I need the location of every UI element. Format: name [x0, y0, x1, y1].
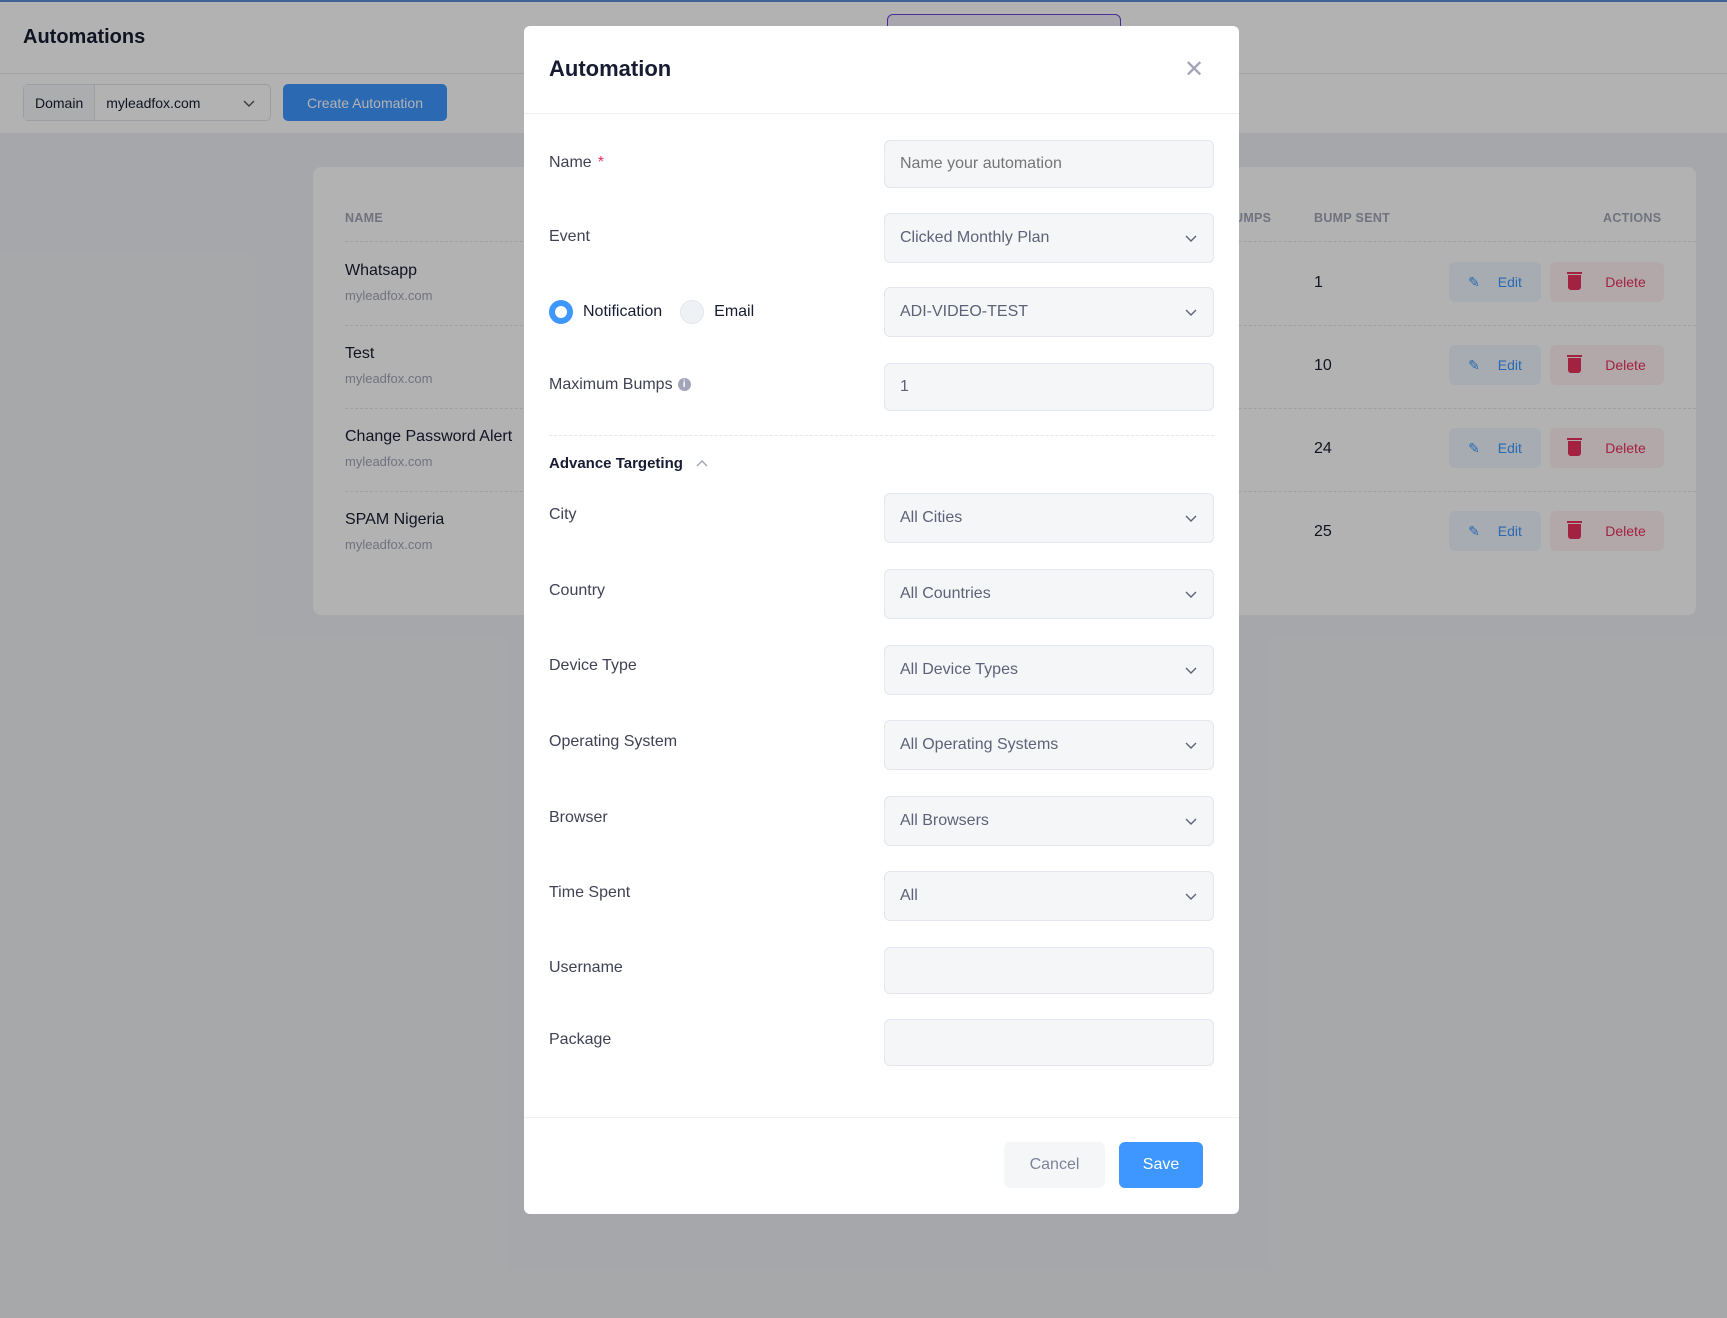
- divider: [524, 113, 1239, 114]
- city-select[interactable]: All Cities: [884, 493, 1214, 543]
- chevron-down-icon: [1185, 818, 1197, 825]
- channel-radio-group: Notification Email: [549, 300, 754, 324]
- chevron-down-icon: [1185, 667, 1197, 674]
- operating-system-value: All Operating Systems: [900, 736, 1059, 753]
- modal-title: Automation: [549, 56, 672, 81]
- device-type-label: Device Type: [549, 657, 637, 674]
- name-label-text: Name: [549, 154, 592, 171]
- name-label: Name *: [549, 154, 604, 172]
- package-input[interactable]: [884, 1019, 1214, 1066]
- info-icon[interactable]: i: [677, 378, 691, 392]
- advance-targeting-toggle[interactable]: Advance Targeting: [549, 455, 709, 472]
- close-icon[interactable]: ✕: [1184, 58, 1204, 82]
- chevron-down-icon: [1185, 235, 1197, 242]
- maximum-bumps-text: Maximum Bumps: [549, 376, 673, 393]
- browser-label: Browser: [549, 809, 608, 826]
- maximum-bumps-input[interactable]: 1: [884, 363, 1214, 411]
- maximum-bumps-label: Maximum Bumps i: [549, 376, 691, 394]
- notification-radio[interactable]: [549, 300, 573, 324]
- chevron-down-icon: [1185, 742, 1197, 749]
- city-label: City: [549, 506, 577, 523]
- notification-label: Notification: [583, 303, 663, 320]
- divider: [524, 1117, 1239, 1118]
- maximum-bumps-value: 1: [900, 378, 909, 395]
- device-type-select[interactable]: All Device Types: [884, 645, 1214, 695]
- country-value: All Countries: [900, 585, 991, 602]
- time-spent-value: All: [900, 887, 918, 904]
- divider: [549, 435, 1214, 436]
- time-spent-select[interactable]: All: [884, 871, 1214, 921]
- operating-system-label: Operating System: [549, 733, 678, 750]
- username-input[interactable]: [884, 947, 1214, 994]
- template-select[interactable]: ADI-VIDEO-TEST: [884, 287, 1214, 337]
- chevron-up-icon: [696, 459, 708, 466]
- event-select[interactable]: Clicked Monthly Plan: [884, 213, 1214, 263]
- chevron-down-icon: [1185, 309, 1197, 316]
- chevron-down-icon: [1185, 591, 1197, 598]
- cancel-button[interactable]: Cancel: [1004, 1142, 1105, 1188]
- operating-system-select[interactable]: All Operating Systems: [884, 720, 1214, 770]
- required-marker: *: [597, 154, 604, 171]
- chevron-down-icon: [1185, 515, 1197, 522]
- template-value: ADI-VIDEO-TEST: [900, 303, 1029, 320]
- country-select[interactable]: All Countries: [884, 569, 1214, 619]
- country-label: Country: [549, 582, 606, 599]
- save-button[interactable]: Save: [1119, 1142, 1203, 1188]
- device-type-value: All Device Types: [900, 661, 1018, 678]
- package-label: Package: [549, 1031, 612, 1048]
- chevron-down-icon: [1185, 893, 1197, 900]
- browser-value: All Browsers: [900, 812, 989, 829]
- browser-select[interactable]: All Browsers: [884, 796, 1214, 846]
- time-spent-label: Time Spent: [549, 884, 631, 901]
- name-input[interactable]: [884, 140, 1214, 188]
- email-label: Email: [714, 303, 755, 320]
- email-radio[interactable]: [680, 300, 705, 324]
- automation-modal: Automation ✕ Name * Event Clicked Monthly…: [524, 26, 1239, 1214]
- event-value: Clicked Monthly Plan: [900, 229, 1050, 246]
- username-label: Username: [549, 959, 623, 976]
- advance-targeting-label: Advance Targeting: [549, 455, 683, 472]
- event-label: Event: [549, 228, 590, 245]
- city-value: All Cities: [900, 509, 963, 526]
